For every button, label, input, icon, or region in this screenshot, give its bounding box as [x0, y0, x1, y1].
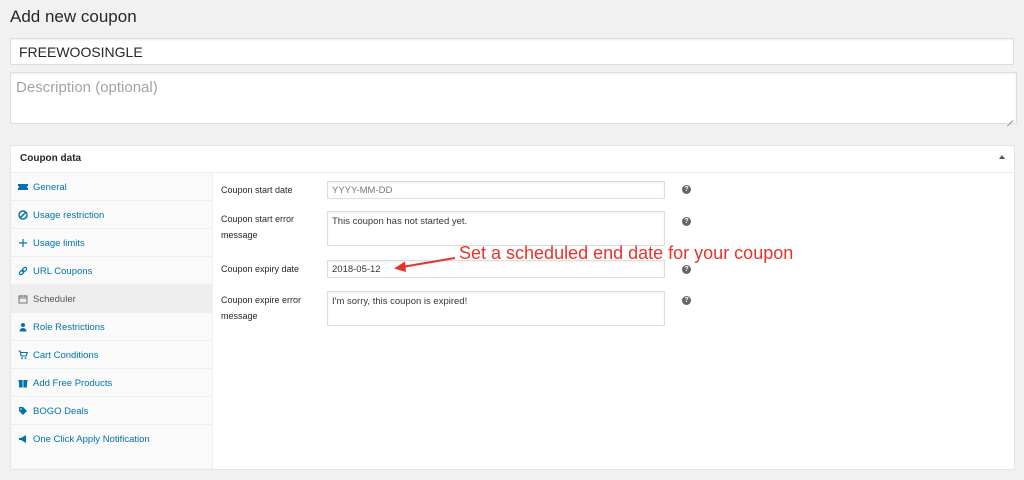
tab-label: General	[33, 182, 67, 193]
ticket-icon	[18, 182, 28, 192]
tab-usage-restriction[interactable]: Usage restriction	[11, 201, 212, 229]
tab-label: Usage restriction	[33, 210, 105, 221]
tab-scheduler[interactable]: Scheduler	[11, 285, 212, 313]
collapse-toggle-icon[interactable]	[999, 155, 1005, 159]
tab-role-restrictions[interactable]: Role Restrictions	[11, 313, 212, 341]
help-icon[interactable]: ?	[682, 296, 691, 305]
block-icon	[18, 210, 28, 220]
start-error-textarea[interactable]: This coupon has not started yet.	[327, 211, 665, 246]
tab-usage-limits[interactable]: Usage limits	[11, 229, 212, 257]
tab-label: Usage limits	[33, 238, 85, 249]
tags-icon	[18, 406, 28, 416]
start-date-input[interactable]	[327, 181, 665, 199]
help-icon[interactable]: ?	[682, 185, 691, 194]
help-icon[interactable]: ?	[682, 265, 691, 274]
panel-title: Coupon data	[20, 153, 82, 164]
tab-label: URL Coupons	[33, 266, 93, 277]
person-icon	[18, 322, 28, 332]
tab-label: Add Free Products	[33, 378, 113, 389]
tab-label: One Click Apply Notification	[33, 434, 150, 445]
annotation-text: Set a scheduled end date for your coupon	[459, 243, 794, 263]
expire-error-textarea[interactable]: I'm sorry, this coupon is expired!	[327, 291, 665, 326]
tab-label: Role Restrictions	[33, 322, 105, 333]
cart-icon	[18, 350, 28, 360]
calendar-icon	[18, 294, 28, 304]
start-date-label: Coupon start date	[221, 185, 293, 195]
start-error-label: Coupon start error message	[221, 214, 295, 240]
scheduler-fields: Coupon start date ? Coupon start error m…	[213, 173, 1003, 469]
tab-add-free-products[interactable]: Add Free Products	[11, 369, 212, 397]
tab-label: BOGO Deals	[33, 406, 89, 417]
tab-label: Cart Conditions	[33, 350, 99, 361]
coupon-data-tabs: General Usage restriction Usage limits U…	[11, 173, 213, 469]
tab-bogo-deals[interactable]: BOGO Deals	[11, 397, 212, 425]
coupon-data-panel: Coupon data General Usage restriction Us…	[10, 145, 1015, 470]
description-textarea[interactable]	[10, 72, 1017, 124]
tab-general[interactable]: General	[11, 173, 212, 201]
page-title: Add new coupon	[10, 7, 137, 26]
annotation-arrow-icon	[394, 257, 456, 272]
expire-error-label: Coupon expire error message	[221, 295, 302, 321]
expiry-date-label: Coupon expiry date	[221, 264, 300, 274]
resize-grip-icon[interactable]	[1005, 114, 1013, 122]
tab-label: Scheduler	[33, 294, 76, 305]
gift-icon	[18, 378, 28, 388]
panel-header: Coupon data	[11, 146, 1014, 173]
plus-icon	[18, 238, 28, 248]
tab-cart-conditions[interactable]: Cart Conditions	[11, 341, 212, 369]
coupon-code-input[interactable]	[10, 38, 1014, 65]
help-icon[interactable]: ?	[682, 217, 691, 226]
megaphone-icon	[18, 434, 28, 444]
tab-url-coupons[interactable]: URL Coupons	[11, 257, 212, 285]
tab-one-click-apply-notification[interactable]: One Click Apply Notification	[11, 425, 212, 453]
link-icon	[18, 266, 28, 276]
